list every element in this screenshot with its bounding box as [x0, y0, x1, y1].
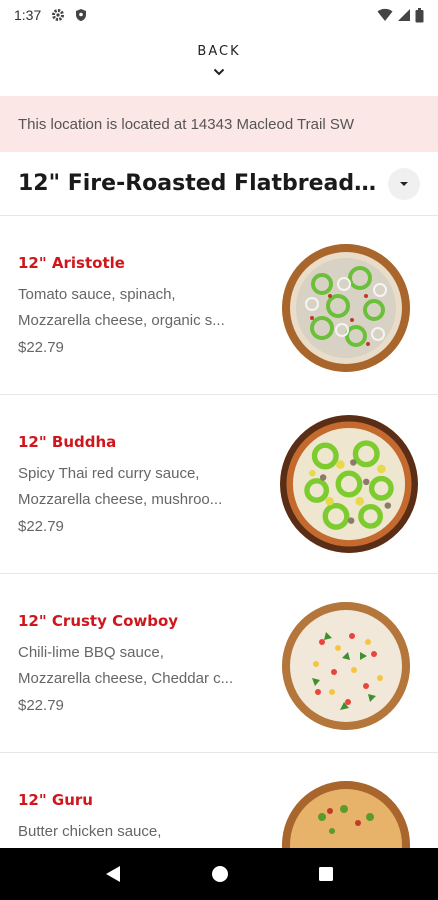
shield-icon	[75, 8, 87, 22]
item-description: Butter chicken sauce,	[18, 823, 162, 840]
menu-list[interactable]: 12" Aristotle Tomato sauce, spinach, Moz…	[0, 216, 438, 848]
recents-square-icon[interactable]	[318, 866, 334, 882]
location-banner-text: This location is located at 14343 Macleo…	[18, 115, 354, 133]
item-description: Mozzarella cheese, organic s...	[18, 312, 225, 329]
pizza-image[interactable]	[282, 781, 410, 848]
back-button[interactable]: BACK	[0, 44, 438, 84]
menu-item[interactable]: 12" Buddha Spicy Thai red curry sauce, M…	[0, 395, 438, 574]
back-triangle-icon[interactable]	[104, 864, 122, 884]
item-name: 12" Buddha	[18, 433, 117, 451]
pizza-image[interactable]	[280, 415, 418, 553]
item-name: 12" Guru	[18, 791, 93, 809]
back-label: BACK	[197, 44, 241, 59]
battery-icon	[415, 7, 424, 23]
item-description: Chili-lime BBQ sauce,	[18, 644, 164, 661]
item-name: 12" Aristotle	[18, 254, 125, 272]
category-selector[interactable]: 12" Fire-Roasted Flatbread Pizzas	[0, 152, 438, 216]
chevron-down-icon	[213, 63, 225, 81]
pizza-image[interactable]	[282, 244, 410, 372]
item-price: $22.79	[18, 518, 64, 535]
system-nav-bar	[0, 848, 438, 900]
menu-item[interactable]: 12" Guru Butter chicken sauce,	[0, 753, 438, 848]
pizza-image[interactable]	[282, 602, 410, 730]
item-price: $22.79	[18, 697, 64, 714]
gear-icon	[51, 8, 65, 22]
location-banner: This location is located at 14343 Macleo…	[0, 96, 438, 152]
item-description: Mozzarella cheese, Cheddar c...	[18, 670, 234, 687]
signal-icon	[397, 8, 411, 22]
item-price: $22.79	[18, 339, 64, 356]
menu-item[interactable]: 12" Crusty Cowboy Chili-lime BBQ sauce, …	[0, 574, 438, 753]
item-description: Spicy Thai red curry sauce,	[18, 465, 200, 482]
category-title: 12" Fire-Roasted Flatbread Pizzas	[18, 171, 380, 196]
item-description: Mozzarella cheese, mushroo...	[18, 491, 223, 508]
home-circle-icon[interactable]	[211, 865, 229, 883]
wifi-icon	[377, 8, 393, 22]
item-description: Tomato sauce, spinach,	[18, 286, 176, 303]
status-time: 1:37	[14, 7, 42, 23]
item-name: 12" Crusty Cowboy	[18, 612, 179, 630]
menu-item[interactable]: 12" Aristotle Tomato sauce, spinach, Moz…	[0, 216, 438, 395]
caret-down-icon	[400, 181, 408, 186]
category-dropdown-button[interactable]	[388, 167, 420, 200]
status-bar: 1:37	[0, 0, 438, 30]
